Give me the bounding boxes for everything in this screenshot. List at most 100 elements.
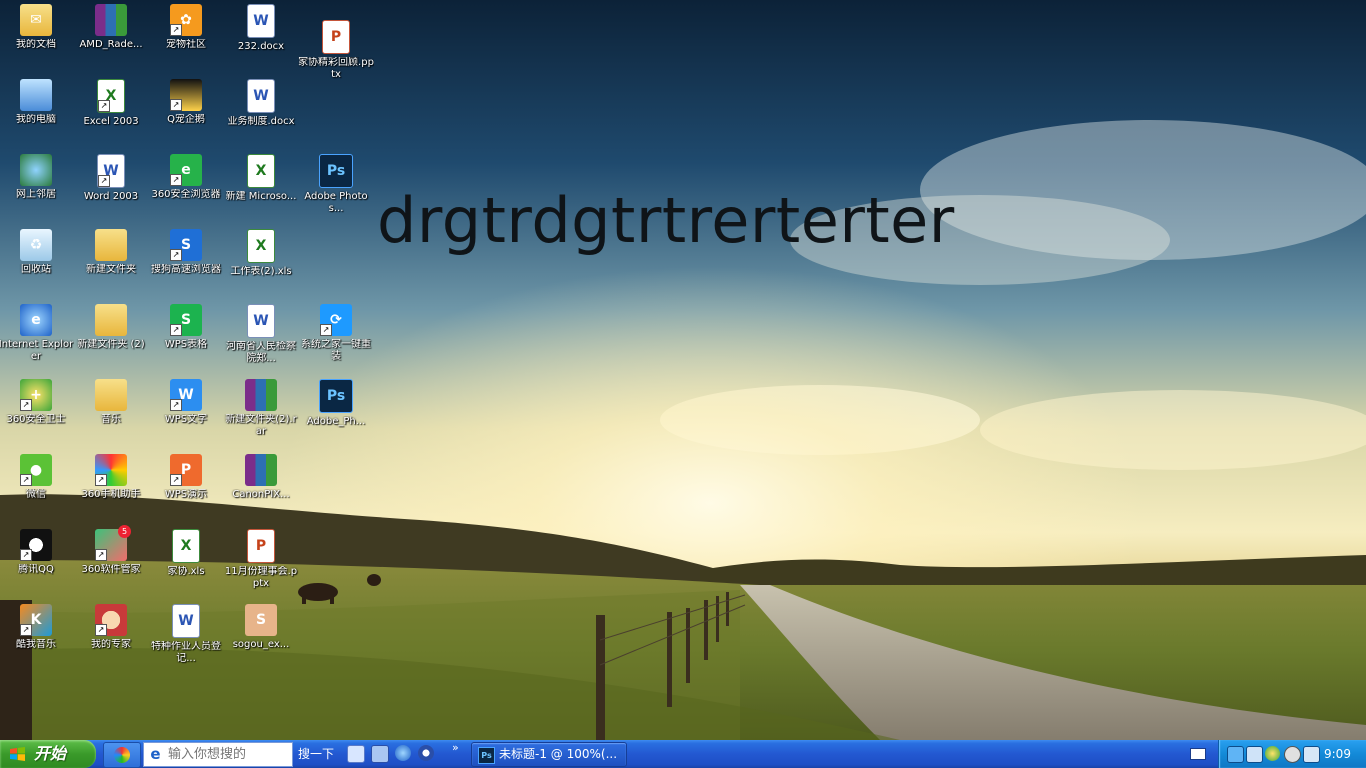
desktop-icon-photoshop[interactable]: Ps Adobe_Ph...	[298, 379, 374, 428]
shortcut-arrow-icon: ↗	[170, 99, 182, 111]
overlay-text: drgtrdgtrtrerterter	[377, 184, 955, 257]
winrar-icon	[245, 379, 277, 411]
desktop-icon-winrar[interactable]: CanonPIX...	[223, 454, 299, 501]
desktop-icon-ppt[interactable]: P 家协精彩回顾.pptx	[298, 20, 374, 81]
desktop-icon-360-guard[interactable]: + ↗ 360安全卫士	[0, 379, 74, 426]
folder-icon	[95, 304, 127, 336]
shortcut-arrow-icon: ↗	[170, 249, 182, 261]
photoshop-icon: Ps	[319, 379, 353, 413]
desktop-icon-pet[interactable]: ✿ ↗ 宠物社区	[148, 4, 224, 51]
word-2003-icon: W ↗	[97, 154, 125, 188]
pet-icon: ✿ ↗	[170, 4, 202, 36]
360-taskbar-button[interactable]	[103, 742, 141, 768]
desktop-icon-360-software[interactable]: 5 ↗ 360软件管家	[73, 525, 149, 576]
360-guard-icon[interactable]	[1265, 746, 1280, 761]
desktop-icon-xls[interactable]: X 家协.xls	[148, 529, 224, 578]
shortcut-arrow-icon: ↗	[95, 549, 107, 561]
quicklaunch-more-chevron-icon[interactable]: »	[452, 741, 459, 754]
recycle-quicklaunch-icon[interactable]	[371, 745, 389, 763]
desktop[interactable]: drgtrdgtrtrerterter ✉ 我的文档我的电脑网上邻居 ♻ 回收站 e In…	[0, 0, 1366, 740]
desktop-icon-sogou-browser[interactable]: S ↗ 搜狗高速浏览器	[148, 229, 224, 276]
desktop-icon-folder-docs[interactable]: ✉ 我的文档	[0, 4, 74, 51]
desktop-icon-kuwo-music[interactable]: K ↗ 酷我音乐	[0, 604, 74, 651]
desktop-icon-wps-writer[interactable]: W ↗ WPS文字	[148, 379, 224, 426]
kuwo-music-icon: K ↗	[20, 604, 52, 636]
desktop-icon-label: Word 2003	[83, 191, 139, 202]
desktop-icon-ppt[interactable]: P 11月份理事会.pptx	[223, 529, 299, 590]
show-desktop-icon[interactable]	[347, 745, 365, 763]
network-icon	[20, 154, 52, 186]
ie-quicklaunch-icon[interactable]	[395, 745, 411, 761]
desktop-icon-doc[interactable]: W 特种作业人员登记...	[148, 604, 224, 665]
search-input[interactable]	[168, 744, 290, 764]
desktop-icon-winrar[interactable]: 新建文件夹(2).rar	[223, 379, 299, 438]
desktop-icon-wps-sheet[interactable]: S ↗ WPS表格	[148, 304, 224, 351]
desktop-icon-360-phone[interactable]: ↗ 360手机助手	[73, 454, 149, 501]
system-tray: 9:09	[1218, 740, 1366, 768]
search-box[interactable]: e	[143, 742, 293, 767]
shortcut-arrow-icon: ↗	[320, 324, 332, 336]
desktop-icon-label: WPS演示	[164, 489, 208, 500]
desktop-icon-label: 360安全卫士	[6, 414, 66, 425]
360-icon	[114, 747, 130, 763]
desktop-icon-doc[interactable]: W 河南省人民检察院郑...	[223, 304, 299, 365]
desktop-icon-excel-2003[interactable]: X ↗ Excel 2003	[73, 79, 149, 128]
desktop-icon-penguin[interactable]: ↗ Q宠企鹅	[148, 79, 224, 126]
desktop-icon-wechat[interactable]: ● ↗ 微信	[0, 454, 74, 501]
desktop-icon-qq[interactable]: ↗ 腾讯QQ	[0, 529, 74, 576]
search-button[interactable]: 搜一下	[293, 743, 339, 765]
desktop-icon-label: 业务制度.docx	[227, 116, 295, 127]
desktop-icon-sogou-ex[interactable]: Ssogou_ex...	[223, 604, 299, 651]
photoshop-icon: Ps	[319, 154, 353, 188]
desktop-icon-label: 我的文档	[16, 39, 56, 50]
desktop-icon-photoshop[interactable]: Ps Adobe Photos...	[298, 154, 374, 215]
keyboard-icon[interactable]	[1190, 748, 1206, 760]
doc-icon: W	[247, 4, 275, 38]
desktop-icon-label: Adobe Photos...	[304, 191, 368, 214]
task-label: 未标题-1 @ 100%(...	[499, 747, 618, 761]
desktop-icon-label: 我的专家	[91, 639, 131, 650]
winrar-icon	[245, 454, 277, 486]
desktop-icon-folder[interactable]: 音乐	[73, 379, 149, 426]
desktop-icon-xls[interactable]: X 工作表(2).xls	[223, 229, 299, 278]
desktop-icon-label: 新建文件夹 (2)	[77, 339, 145, 350]
shortcut-arrow-icon: ↗	[170, 474, 182, 486]
task-button-photoshop[interactable]: Ps 未标题-1 @ 100%(...	[471, 742, 627, 767]
desktop-icon-word-2003[interactable]: W ↗ Word 2003	[73, 154, 149, 203]
doc-icon: W	[247, 79, 275, 113]
desktop-icon-label: CanonPIX...	[232, 489, 290, 500]
desktop-icon-expert[interactable]: ↗ 我的专家	[73, 604, 149, 651]
desktop-icon-network[interactable]: 网上邻居	[0, 154, 74, 201]
desktop-icon-doc[interactable]: W 业务制度.docx	[223, 79, 299, 128]
desktop-icon-label: 宠物社区	[166, 39, 206, 50]
desktop-icon-label: 工作表(2).xls	[230, 266, 292, 277]
clock[interactable]: 9:09	[1324, 740, 1351, 768]
desktop-icon-folder[interactable]: 新建文件夹 (2)	[73, 304, 149, 351]
sync-icon[interactable]	[1284, 746, 1301, 763]
folder-icon	[95, 229, 127, 261]
desktop-icon-doc[interactable]: W 232.docx	[223, 4, 299, 53]
desktop-icon-computer[interactable]: 我的电脑	[0, 79, 74, 126]
desktop-icon-wps-present[interactable]: P ↗ WPS演示	[148, 454, 224, 501]
desktop-icon-winrar[interactable]: AMD_Rade...	[73, 4, 149, 51]
360-browser-icon: e ↗	[170, 154, 202, 186]
desktop-icon-ie[interactable]: e Internet Explorer	[0, 304, 74, 363]
start-button[interactable]: 开始	[0, 740, 96, 768]
desktop-icon-xls[interactable]: X 新建 Microso...	[223, 154, 299, 203]
desktop-icon-system-reinstall[interactable]: ⟳ ↗ 系统之家一键重装	[298, 304, 374, 363]
desktop-icon-label: 搜狗高速浏览器	[151, 264, 221, 275]
shortcut-arrow-icon: ↗	[170, 399, 182, 411]
desktop-icon-label: 360软件管家	[81, 564, 141, 575]
network-icon[interactable]	[1227, 746, 1244, 763]
desktop-icon-recycle-bin[interactable]: ♻ 回收站	[0, 229, 74, 276]
desktop-icon-folder[interactable]: 新建文件夹	[73, 229, 149, 276]
shortcut-arrow-icon: ↗	[20, 624, 32, 636]
desktop-icon-360-browser[interactable]: e ↗ 360安全浏览器	[148, 154, 224, 201]
media-player-icon[interactable]	[418, 745, 434, 761]
volume-icon[interactable]	[1246, 746, 1263, 763]
ie-icon: e	[20, 304, 52, 336]
desktop-icon-label: WPS文字	[164, 414, 208, 425]
sogou-ex-icon: S	[245, 604, 277, 636]
usb-icon[interactable]	[1303, 746, 1320, 763]
wechat-icon: ● ↗	[20, 454, 52, 486]
